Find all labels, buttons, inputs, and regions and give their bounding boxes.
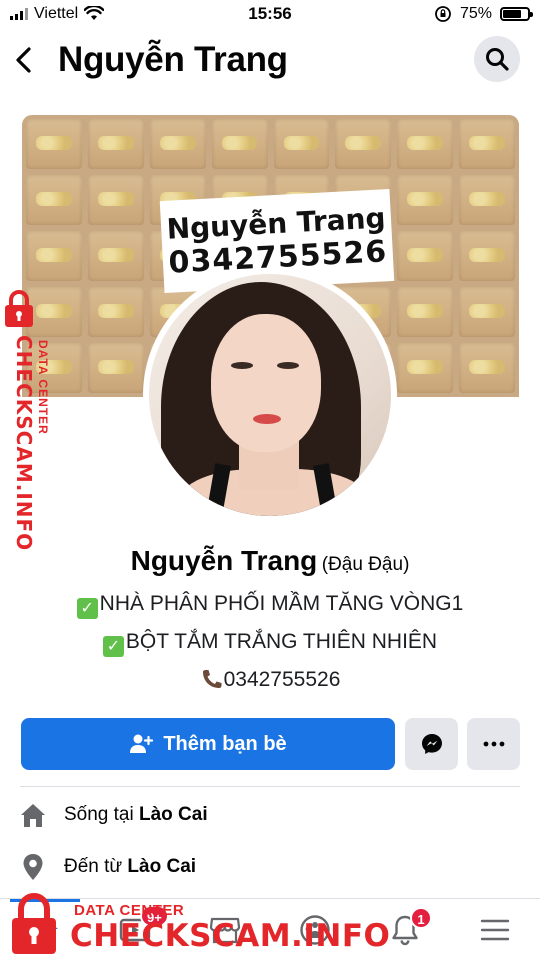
status-bar: Viettel 15:56 75% [0,0,540,28]
bio-line: ✓ NHÀ PHÂN PHỐI MẦM TĂNG VÒNG1 [0,592,540,619]
info-lives-in: Sống tại Lào Cai [20,800,208,830]
lives-in-value[interactable]: Lào Cai [139,804,208,825]
battery-level [503,10,521,18]
bio-text: NHÀ PHÂN PHỐI MẦM TĂNG VÒNG1 [99,592,464,615]
watermark-side: CHECKSCAM.INFO DATA CENTER [2,290,62,552]
watermark-side-sub: DATA CENTER [36,340,50,435]
back-icon[interactable] [12,44,36,76]
orientation-lock-icon [435,6,451,22]
bio-line: 0342755526 [0,668,540,692]
nav-menu[interactable] [450,899,540,960]
battery-icon [500,7,533,21]
add-friend-button[interactable]: Thêm bạn bè [21,718,395,770]
page-title: Nguyễn Trang [58,40,288,79]
battery-percent: 75% [459,5,492,22]
home-icon [20,800,46,830]
profile-alternate-name: (Đậu Đậu) [321,554,410,575]
lock-icon [12,893,56,954]
profile-name: Nguyễn Trang (Đậu Đậu) [0,545,540,577]
messenger-icon [421,734,442,754]
more-options-button[interactable] [467,718,520,770]
lives-in-prefix: Sống tại [64,804,139,825]
profile-header: Nguyễn Trang [0,30,540,92]
check-mark-icon: ✓ [76,598,98,619]
avatar[interactable] [143,268,397,522]
watermark-side-text: CHECKSCAM.INFO [12,335,36,552]
info-text: Sống tại Lào Cai [64,804,208,826]
more-icon [483,741,504,747]
from-value[interactable]: Lào Cai [127,856,196,877]
info-text: Đến từ Lào Cai [64,856,196,878]
bio-line: ✓ BỘT TẮM TRẮNG THIÊN NHIÊN [0,630,540,657]
watermark-bottom-text: CHECKSCAM.INFO [70,918,391,954]
menu-icon [480,919,510,941]
bio-phone: 0342755526 [223,668,341,691]
watermark-bottom: DATA CENTER CHECKSCAM.INFO [6,888,390,960]
divider [20,786,520,787]
messenger-button[interactable] [405,718,458,770]
profile-photo [149,274,391,516]
lock-icon [5,290,33,327]
add-friend-icon [130,734,154,753]
search-button[interactable] [474,36,520,82]
watermark-bottom-sub: DATA CENTER [74,902,185,919]
phone-icon [202,670,222,688]
search-icon [486,48,509,71]
notifications-badge: 1 [410,907,432,929]
from-prefix: Đến từ [64,856,128,877]
profile-name-main: Nguyễn Trang [130,545,318,576]
bio-text: BỘT TẮM TRẮNG THIÊN NHIÊN [125,630,438,653]
location-pin-icon [20,852,46,882]
check-mark-icon: ✓ [102,636,124,657]
add-friend-label: Thêm bạn bè [163,732,287,755]
status-right: 75% [434,5,533,23]
info-from: Đến từ Lào Cai [20,852,196,882]
